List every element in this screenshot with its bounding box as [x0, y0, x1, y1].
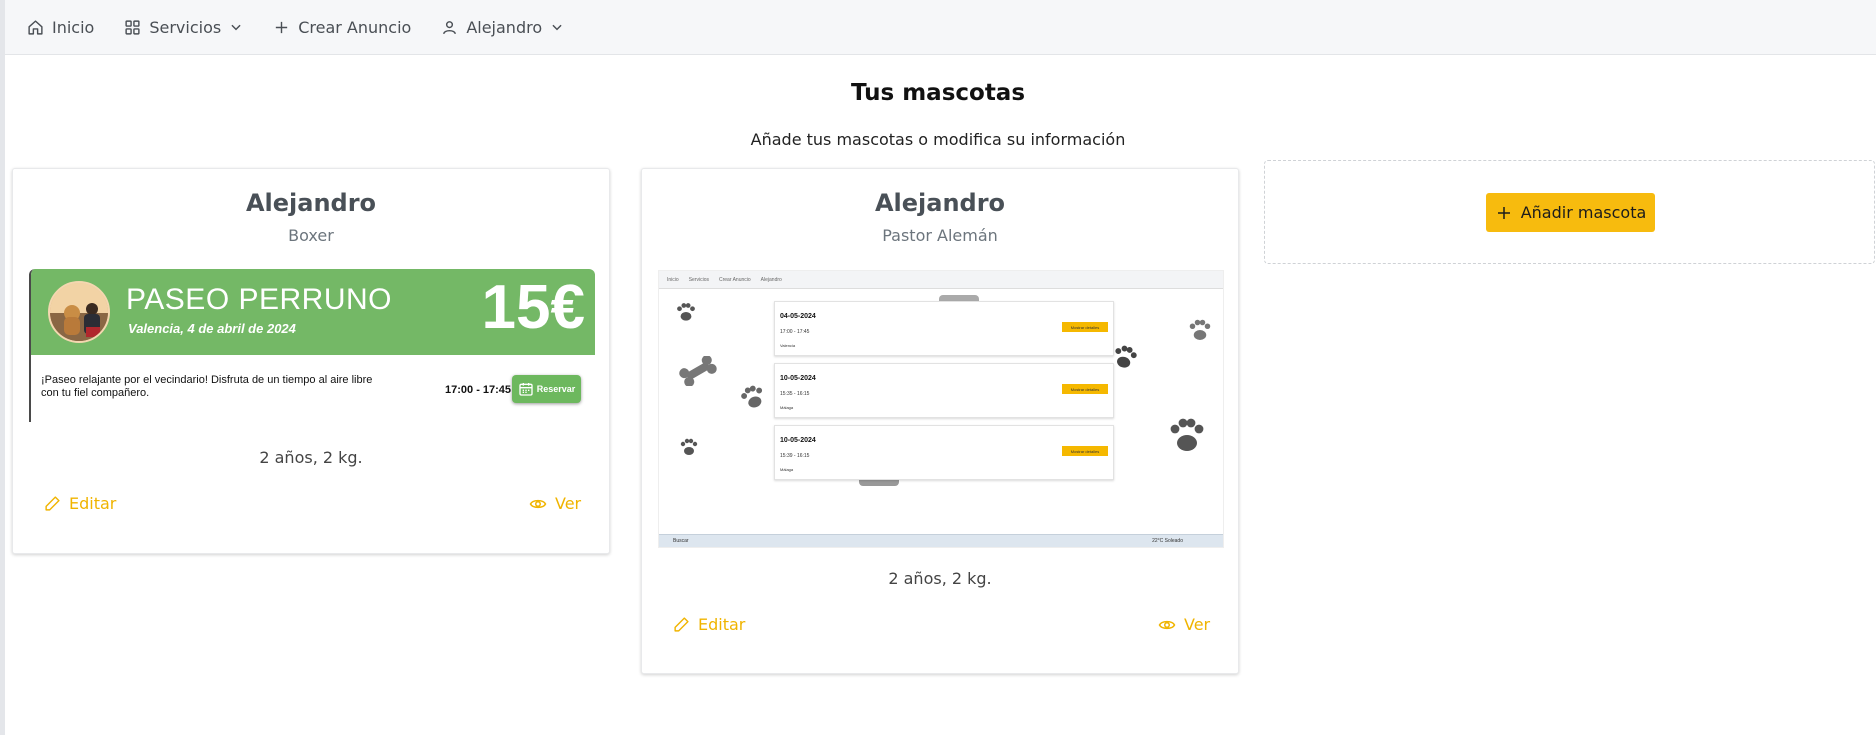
photo-item-time: 15:39 - 16:15: [780, 453, 810, 459]
paw-icon: [680, 438, 698, 455]
ad-date: Valencia, 4 de abril de 2024: [128, 321, 296, 336]
nav-services-label: Servicios: [149, 17, 222, 37]
pet-name: Alejandro: [874, 189, 1006, 217]
grid-icon: [125, 19, 140, 35]
view-button[interactable]: Ver: [529, 494, 581, 513]
chevron-down-icon: [552, 24, 562, 31]
photo-item-button: Mostrar detalles: [1062, 384, 1108, 394]
paw-icon: [1189, 319, 1211, 340]
photo-list-item: 04-05-2024 17:00 - 17:45 Valencia Mostra…: [774, 301, 1114, 356]
photo-navbar: Inicio Servicios Crear Anuncio Alejandro: [659, 271, 1223, 289]
add-pet-label: Añadir mascota: [1520, 203, 1647, 222]
view-button[interactable]: Ver: [1158, 615, 1210, 634]
photo-list-item: 10-05-2024 15:39 - 16:15 Málaga Mostrar …: [774, 425, 1114, 480]
edit-button[interactable]: Editar: [44, 494, 116, 513]
edit-label: Editar: [69, 494, 117, 513]
paw-icon: [741, 385, 763, 408]
ad-reserve-badge: Reservar: [512, 375, 581, 403]
paw-icon: [1170, 418, 1204, 451]
eye-icon: [529, 499, 547, 508]
nav-create-ad[interactable]: Crear Anuncio: [273, 18, 411, 37]
add-pet-button[interactable]: Añadir mascota: [1486, 193, 1655, 232]
photo-item-city: Málaga: [780, 405, 794, 410]
pet-photo: PASEO PERRUNO Valencia, 4 de abril de 20…: [29, 269, 595, 422]
photo-item-button: Mostrar detalles: [1062, 322, 1108, 332]
pet-breed: Boxer: [288, 226, 334, 245]
pet-photo: Inicio Servicios Crear Anuncio Alejandro…: [658, 270, 1224, 548]
pet-info: 2 años, 2 kg.: [888, 569, 992, 588]
photo-item-date: 10-05-2024: [780, 437, 816, 444]
nav-user-label: Alejandro: [466, 17, 543, 37]
photo-nav-item: Alejandro: [760, 276, 782, 283]
ad-description: ¡Paseo relajante por el vecindario! Disf…: [41, 374, 373, 400]
pet-breed: Pastor Alemán: [882, 226, 998, 245]
pencil-icon: [45, 496, 60, 511]
nav-home-label: Inicio: [52, 17, 95, 37]
photo-item-city: Valencia: [780, 343, 796, 348]
nav-user-dropdown[interactable]: Alejandro: [441, 18, 564, 37]
chevron-down-icon: [231, 24, 241, 31]
photo-item-date: 10-05-2024: [780, 375, 816, 382]
ad-time: 17:00 - 17:45: [445, 384, 512, 396]
home-icon: [28, 19, 43, 35]
ad-reserve-label: Reservar: [536, 384, 576, 394]
ad-title: PASEO PERRUNO: [126, 283, 392, 316]
user-icon: [443, 20, 457, 34]
add-pet-card: Añadir mascota: [1264, 160, 1875, 264]
view-label: Ver: [1184, 615, 1211, 634]
nav-home[interactable]: Inicio: [27, 18, 94, 37]
pet-info: 2 años, 2 kg.: [259, 448, 363, 467]
navbar: Inicio Servicios Crear Anuncio Alejandro: [5, 0, 1876, 55]
photo-nav-item: Servicios: [688, 276, 709, 283]
plus-icon: [1497, 206, 1510, 219]
page-title: Tus mascotas: [850, 80, 1026, 106]
bone-icon: [679, 356, 717, 386]
eye-icon: [1158, 620, 1176, 629]
calendar-icon: [519, 383, 533, 396]
photo-item-time: 17:00 - 17:45: [780, 329, 810, 335]
photo-list-item: 10-05-2024 15:35 - 16:15 Málaga Mostrar …: [774, 363, 1114, 418]
pencil-icon: [674, 617, 689, 632]
edit-label: Editar: [698, 615, 746, 634]
plus-icon: [276, 21, 288, 33]
pet-card: Alejandro Boxer PASEO PERRUNO Valencia, …: [12, 168, 610, 554]
photo-taskbar-weather: 22°C Soleado: [1152, 538, 1183, 544]
view-label: Ver: [555, 494, 582, 513]
photo-item-button: Mostrar detalles: [1062, 446, 1108, 456]
edit-button[interactable]: Editar: [673, 615, 745, 634]
photo-nav-item: Crear Anuncio: [718, 276, 751, 283]
page-subtitle: Añade tus mascotas o modifica su informa…: [750, 130, 1126, 149]
pet-card: Alejandro Pastor Alemán Inicio Servicios…: [641, 168, 1239, 674]
pet-name: Alejandro: [245, 189, 377, 217]
photo-nav-item: Inicio: [667, 276, 679, 283]
ad-avatar: [48, 281, 110, 343]
photo-taskbar: Buscar 22°C Soleado: [659, 534, 1223, 547]
ad-price: 15€: [481, 273, 585, 342]
nav-create-ad-label: Crear Anuncio: [298, 17, 412, 37]
photo-item-time: 15:35 - 16:15: [780, 391, 810, 397]
photo-taskbar-search: Buscar: [673, 538, 689, 544]
paw-icon: [677, 303, 695, 321]
photo-item-city: Málaga: [780, 467, 794, 472]
nav-services-dropdown[interactable]: Servicios: [124, 18, 243, 37]
photo-item-date: 04-05-2024: [780, 313, 816, 320]
